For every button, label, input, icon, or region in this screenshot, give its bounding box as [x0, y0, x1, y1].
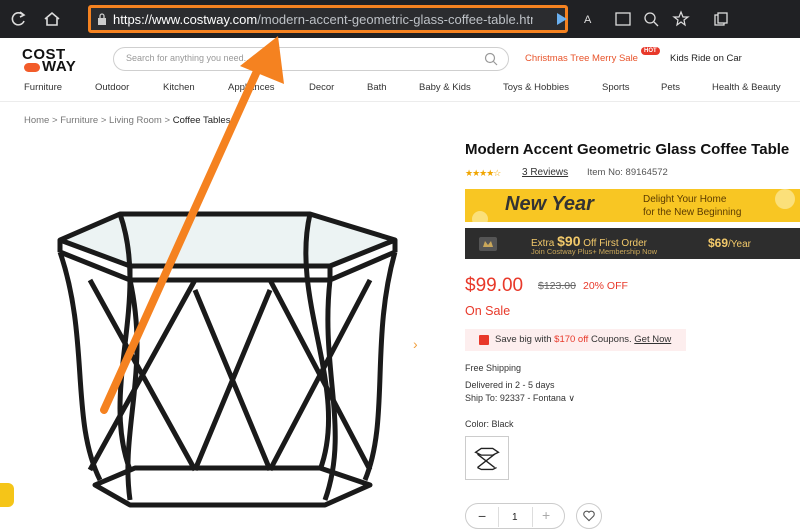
coupon-banner: Save big with $170 off Coupons. Get Now — [465, 329, 686, 351]
breadcrumb-living-room[interactable]: Living Room — [109, 115, 162, 126]
nav-decor[interactable]: Decor — [309, 82, 334, 93]
plus-price-unit: /Year — [728, 239, 752, 250]
color-label: Color: Black — [465, 419, 514, 429]
christmas-sale-link[interactable]: Christmas Tree Merry Sale — [525, 53, 638, 64]
url-path: /modern-accent-geometric-glass-coffee-ta… — [257, 12, 533, 27]
original-price: $123.00 — [538, 280, 576, 292]
plus-join-text: Join Costway Plus+ Membership Now — [531, 247, 658, 256]
breadcrumb-furniture[interactable]: Furniture — [60, 115, 98, 126]
search-icon[interactable] — [484, 52, 498, 66]
coupon-text: Save big with $170 off Coupons. Get Now — [495, 334, 671, 345]
new-year-banner[interactable]: New Year Delight Your Home for the New B… — [465, 189, 800, 222]
qty-value[interactable]: 1 — [512, 512, 518, 523]
coupon-amount: $170 off — [554, 334, 589, 345]
nav-pets[interactable]: Pets — [661, 82, 680, 93]
breadcrumb-current: Coffee Tables — [172, 115, 231, 126]
product-image[interactable] — [20, 140, 440, 521]
favorites-icon[interactable] — [672, 10, 690, 28]
svg-text:A: A — [584, 14, 592, 26]
url-text[interactable]: https://www.costway.com/modern-accent-ge… — [113, 12, 533, 27]
shipping-label: Free Shipping — [465, 363, 522, 373]
plus-price-value: $69 — [708, 236, 729, 250]
item-number: Item No: 89164572 — [587, 167, 668, 178]
qty-divider — [532, 507, 533, 527]
collections-icon[interactable] — [712, 10, 730, 28]
nav-sports[interactable]: Sports — [602, 82, 629, 93]
address-bar[interactable]: https://www.costway.com/modern-accent-ge… — [88, 5, 568, 33]
color-swatch-black[interactable] — [465, 436, 509, 480]
wishlist-heart-icon[interactable] — [576, 503, 602, 529]
discount-label: 20% OFF — [583, 280, 628, 292]
banner-subtext-1: Delight Your Home — [643, 194, 727, 205]
breadcrumb-sep: > — [51, 115, 58, 126]
nav-outdoor[interactable]: Outdoor — [95, 82, 129, 93]
header-divider — [0, 101, 800, 102]
gallery-next-arrow[interactable]: › — [413, 336, 418, 352]
banner-subtext-2: for the New Beginning — [643, 207, 742, 218]
browser-toolbar: https://www.costway.com/modern-accent-ge… — [0, 0, 800, 38]
floating-side-tab[interactable] — [0, 483, 14, 507]
on-sale-label: On Sale — [465, 304, 511, 318]
current-price: $99.00 — [465, 275, 524, 296]
zoom-icon[interactable] — [642, 10, 660, 28]
read-aloud-icon[interactable]: A — [582, 10, 600, 28]
nav-bath[interactable]: Bath — [367, 82, 387, 93]
home-icon[interactable] — [42, 9, 62, 29]
lock-icon — [98, 13, 106, 25]
quantity-stepper: − 1 + — [465, 503, 565, 529]
logo-dot — [24, 63, 40, 72]
costway-logo[interactable]: COST WAY — [22, 46, 82, 75]
extension-icon[interactable] — [555, 11, 569, 27]
breadcrumb-home[interactable]: Home — [24, 115, 49, 126]
hot-badge: HOT — [641, 47, 660, 55]
nav-baby-kids[interactable]: Baby & Kids — [419, 82, 471, 93]
rating-stars: ★★★★☆ — [465, 168, 501, 178]
ship-to-selector[interactable]: Ship To: 92337 - Fontana ∨ — [465, 393, 575, 404]
breadcrumb-sep: > — [164, 115, 171, 126]
logo-text-bottom: WAY — [42, 58, 77, 75]
nav-appliances[interactable]: Appliances — [228, 82, 274, 93]
kids-ride-link[interactable]: Kids Ride on Car — [670, 53, 742, 64]
nav-kitchen[interactable]: Kitchen — [163, 82, 195, 93]
nav-toys-hobbies[interactable]: Toys & Hobbies — [503, 82, 569, 93]
immersive-reader-icon[interactable] — [614, 10, 632, 28]
coupon-icon — [479, 335, 489, 345]
search-input[interactable]: Search for anything you need... — [113, 47, 509, 71]
nav-furniture[interactable]: Furniture — [24, 82, 62, 93]
url-host: https://www.costway.com — [113, 12, 258, 27]
reviews-link[interactable]: 3 Reviews — [522, 167, 568, 178]
new-year-text: New Year — [505, 193, 594, 215]
breadcrumb-sep: > — [100, 115, 107, 126]
costway-plus-banner[interactable]: Extra $90 Off First Order Join Costway P… — [465, 228, 800, 259]
qty-decrease-button[interactable]: − — [478, 508, 486, 524]
nav-health-beauty[interactable]: Health & Beauty — [712, 82, 781, 93]
delivery-time: Delivered in 2 - 5 days — [465, 380, 555, 390]
coupon-pre: Save big with — [495, 334, 555, 345]
product-title: Modern Accent Geometric Glass Coffee Tab… — [465, 141, 790, 158]
qty-divider — [498, 507, 499, 527]
category-nav: Furniture Outdoor Kitchen Appliances Dec… — [0, 82, 800, 96]
search-placeholder: Search for anything you need... — [126, 53, 252, 63]
crown-icon — [479, 237, 497, 251]
coupon-mid: Coupons. — [588, 334, 635, 345]
breadcrumb: Home > Furniture > Living Room > Coffee … — [24, 115, 230, 126]
get-coupon-link[interactable]: Get Now — [634, 334, 671, 345]
plus-price: $69/Year — [708, 236, 751, 250]
reload-icon[interactable] — [8, 9, 28, 29]
